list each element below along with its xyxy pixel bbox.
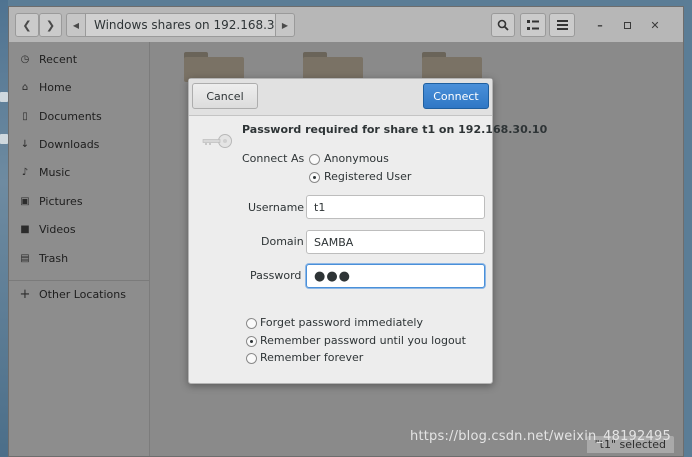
sidebar-item-other-locations[interactable]: + Other Locations (9, 281, 149, 307)
forget-immediately-radio[interactable] (246, 318, 257, 329)
sidebar-item-documents[interactable]: ▯ Documents (9, 103, 149, 129)
remember-until-logout-radio[interactable] (246, 336, 257, 347)
password-dialog: Cancel Connect Password required for sha… (188, 78, 547, 384)
sidebar-item-music[interactable]: ♪ Music (9, 159, 149, 185)
sidebar-item-videos[interactable]: ■ Videos (9, 216, 149, 242)
forget-immediately-label[interactable]: Forget password immediately (260, 316, 423, 329)
sidebar-item-label: Other Locations (39, 287, 126, 301)
music-icon: ♪ (21, 166, 29, 178)
sidebar-item-trash[interactable]: ▤ Trash (9, 245, 149, 271)
username-value: t1 (314, 200, 326, 214)
watermark-url: https://blog.csdn.net/weixin_48192495 (410, 429, 671, 444)
sidebar-item-label: Trash (39, 251, 69, 265)
desktop-icon (0, 134, 8, 144)
connect-as-label: Connect As (242, 152, 305, 165)
chevron-left-icon: ❮ (22, 18, 32, 32)
home-icon: ⌂ (21, 81, 29, 93)
username-field[interactable]: t1 (306, 195, 485, 219)
dialog-message: Password required for share t1 on 192.16… (242, 123, 548, 136)
sidebar-item-label: Home (39, 80, 72, 94)
password-field[interactable]: ●●● (306, 264, 485, 288)
plus-icon: + (19, 286, 31, 302)
places-sidebar: ◷ Recent ⌂ Home ▯ Documents ↓ Downloads … (9, 42, 150, 456)
remember-until-logout-label[interactable]: Remember password until you logout (260, 334, 466, 347)
password-label: Password (250, 269, 302, 282)
sidebar-item-label: Downloads (39, 137, 100, 151)
menu-button[interactable] (549, 13, 575, 37)
header-bar: ❮ ❯ ◀ Windows shares on 192.168.30.10 ▶ (9, 7, 683, 43)
clock-icon: ◷ (20, 53, 30, 65)
username-label: Username (248, 201, 305, 214)
sidebar-item-label: Recent (39, 52, 78, 66)
path-bar: ◀ Windows shares on 192.168.30.10 ▶ (66, 13, 295, 37)
connect-button[interactable]: Connect (423, 83, 489, 109)
anonymous-radio[interactable] (309, 154, 320, 165)
chevron-right-icon: ❯ (45, 18, 56, 32)
desktop-icon (0, 92, 8, 102)
hamburger-icon (556, 20, 568, 30)
registered-user-label[interactable]: Registered User (324, 170, 411, 183)
path-label: Windows shares on 192.168.30.10 (94, 18, 275, 32)
path-scroll-right[interactable]: ▶ (276, 14, 294, 36)
registered-user-radio[interactable] (309, 172, 320, 183)
trash-icon: ▤ (20, 252, 30, 264)
sidebar-item-label: Videos (39, 222, 76, 236)
password-value: ●●● (314, 268, 352, 284)
list-view-icon (527, 20, 539, 30)
maximize-button[interactable] (617, 15, 637, 35)
remember-forever-radio[interactable] (246, 353, 257, 364)
view-toggle-button[interactable] (520, 13, 546, 37)
path-scroll-left[interactable]: ◀ (67, 14, 85, 36)
minimize-button[interactable]: – (590, 15, 610, 35)
sidebar-item-recent[interactable]: ◷ Recent (9, 46, 149, 72)
forward-button[interactable]: ❯ (39, 13, 62, 37)
camera-icon: ▣ (20, 195, 30, 207)
sidebar-item-label: Documents (39, 109, 102, 123)
remember-forever-label[interactable]: Remember forever (260, 351, 363, 364)
domain-label: Domain (261, 235, 304, 248)
sidebar-item-label: Music (39, 165, 71, 179)
back-button[interactable]: ❮ (15, 13, 39, 37)
key-icon (202, 134, 232, 148)
sidebar-item-downloads[interactable]: ↓ Downloads (9, 131, 149, 157)
search-icon (497, 19, 509, 31)
video-icon: ■ (20, 223, 30, 235)
download-icon: ↓ (20, 138, 30, 150)
minimize-icon: – (597, 18, 603, 32)
sidebar-item-home[interactable]: ⌂ Home (9, 74, 149, 100)
cancel-button[interactable]: Cancel (192, 83, 258, 109)
anonymous-label[interactable]: Anonymous (324, 152, 389, 165)
close-button[interactable]: ✕ (645, 15, 665, 35)
search-button[interactable] (491, 13, 515, 37)
domain-field[interactable]: SAMBA (306, 230, 485, 254)
path-button-current[interactable]: Windows shares on 192.168.30.10 (85, 14, 276, 36)
maximize-icon (623, 21, 631, 29)
desktop-edge (0, 0, 8, 457)
document-icon: ▯ (22, 110, 28, 122)
sidebar-item-pictures[interactable]: ▣ Pictures (9, 188, 149, 214)
sidebar-item-label: Pictures (39, 194, 83, 208)
dialog-header: Cancel Connect (189, 79, 492, 116)
domain-value: SAMBA (314, 235, 354, 249)
close-icon: ✕ (650, 18, 660, 32)
